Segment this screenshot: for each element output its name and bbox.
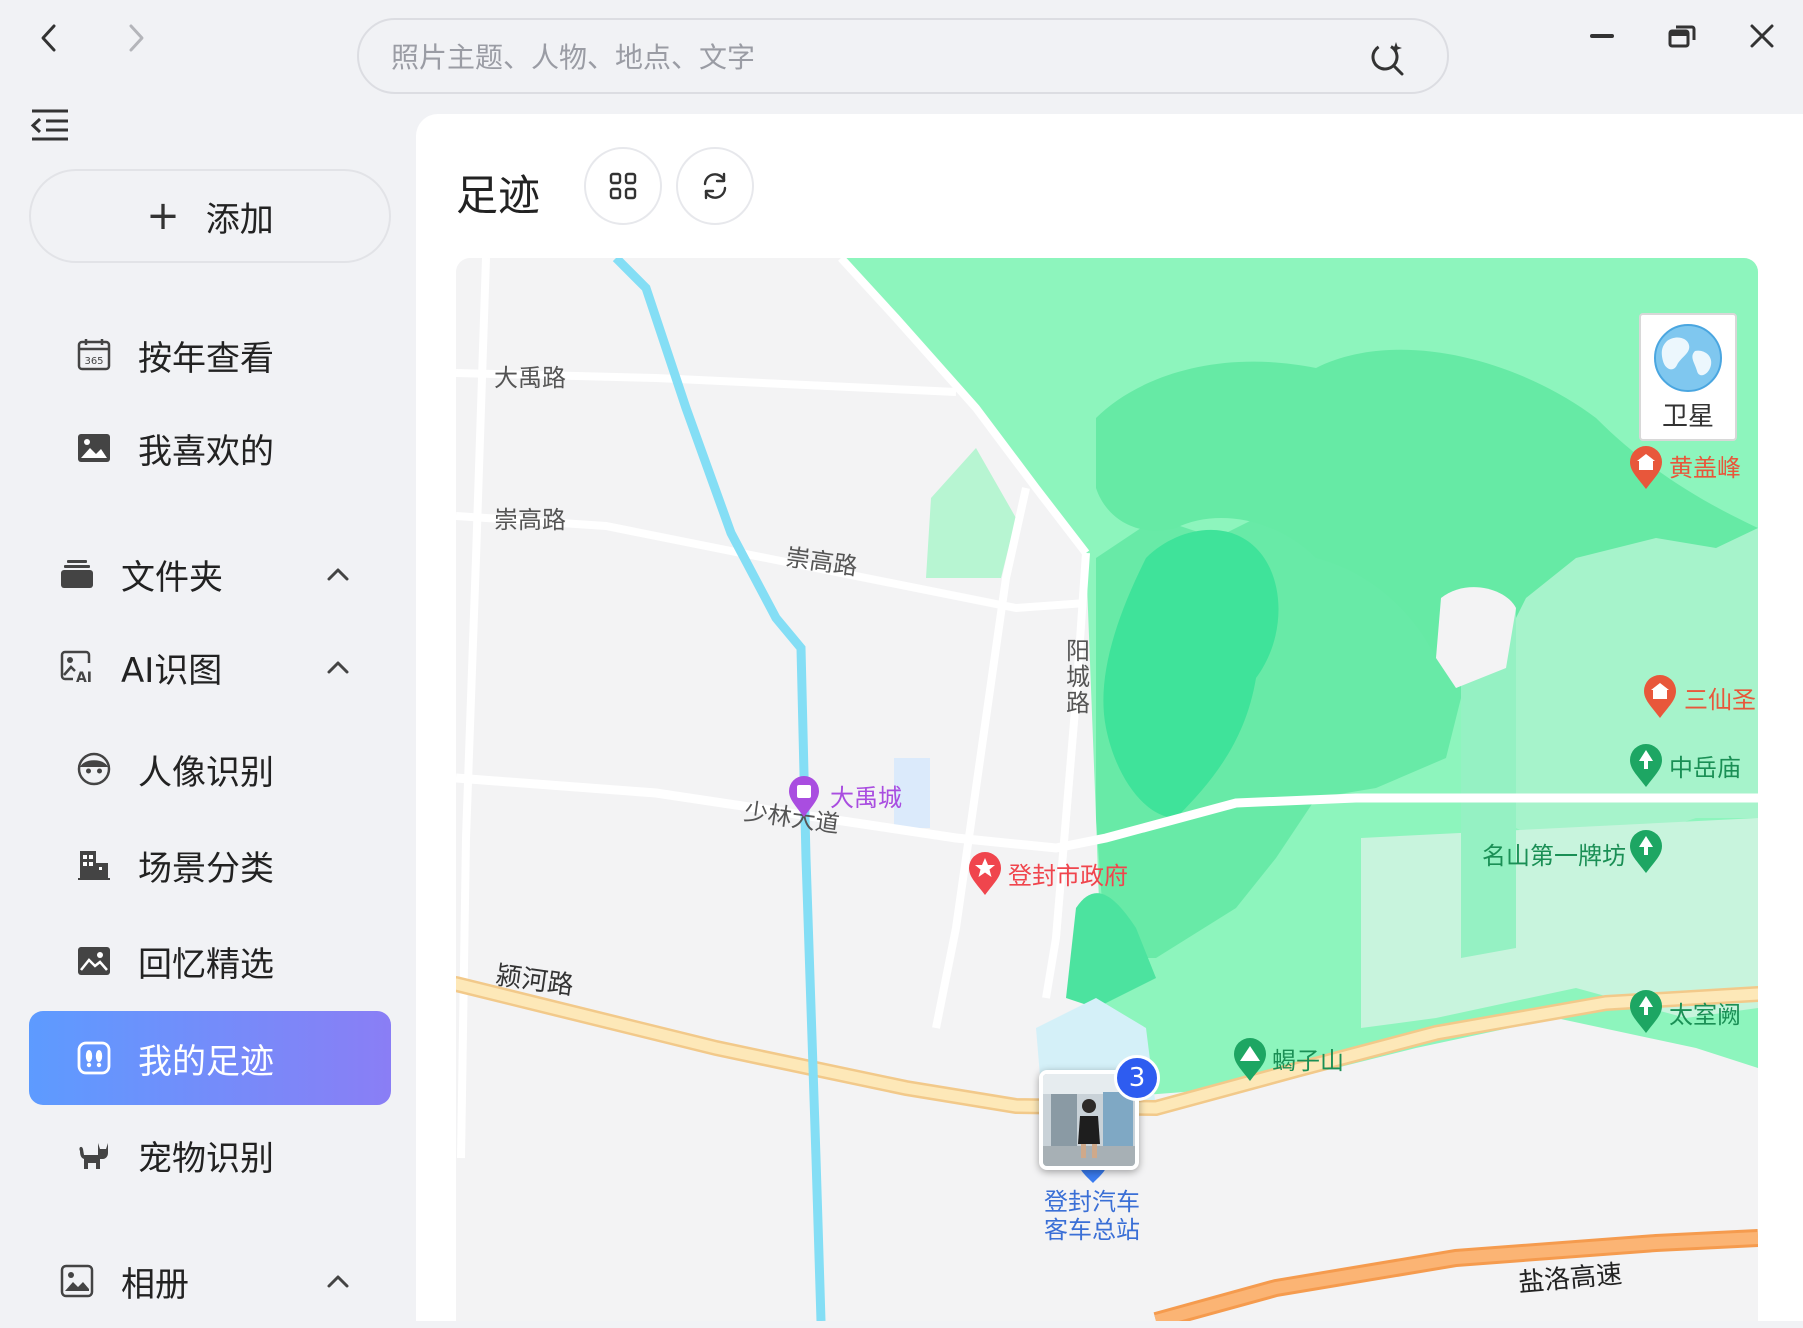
sidebar-item-label: 宠物识别 [138,1138,274,1179]
sidebar-item-label: 回忆精选 [138,944,274,985]
road-label: 阳城路 [1066,637,1090,717]
sidebar-item-favorites[interactable]: 我喜欢的 [29,401,391,495]
park-area [926,448,1016,578]
government-marker-icon[interactable] [967,851,1003,897]
footprints-icon [77,1041,111,1075]
ai-search-icon [1371,42,1404,76]
image-icon [78,434,110,462]
collapse-sidebar-icon [30,109,68,141]
cat-icon [79,1143,108,1169]
forward-button[interactable] [114,16,158,60]
sidebar-item-label: 我喜欢的 [138,431,274,472]
page-title: 足迹 [456,171,541,220]
sidebar-item-label: 我的足迹 [138,1041,274,1082]
sidebar-item-label: 相册 [121,1264,189,1305]
temple-marker-icon[interactable] [1628,445,1664,491]
ai-search-button[interactable] [1367,38,1407,78]
poi-label[interactable]: 黄盖峰 [1669,448,1741,483]
globe-icon [1654,324,1722,392]
album-icon [60,1264,94,1298]
poi-label[interactable]: 太室阙 [1669,995,1741,1030]
chevron-up-icon [327,568,349,581]
folder-stack-icon [61,560,93,588]
close-button[interactable] [1734,14,1790,58]
sidebar-section-folders[interactable]: 文件夹 [29,527,391,621]
building-icon [78,851,110,880]
chevron-up-icon [327,661,349,674]
poi-label-line: 登封汽车 [1044,1188,1140,1216]
search-input[interactable] [389,34,1353,80]
sidebar-item-label: 人像识别 [138,752,274,793]
minimize-icon [1590,34,1614,38]
sidebar-item-label: 按年查看 [138,338,274,379]
scenic-marker-icon[interactable] [1628,743,1664,789]
scenic-marker-icon[interactable] [1628,989,1664,1035]
face-icon [77,752,111,786]
calendar-365-icon: 365 [77,339,111,371]
footprint-map[interactable]: 大禹路 崇高路 崇高路 阳城路 少林大道 颍河路 盐洛高速 大禹城 登封市政府 … [456,258,1758,1321]
chevron-right-icon [129,24,144,52]
add-button-label: 添加 [205,199,274,240]
back-button[interactable] [27,16,71,60]
sidebar-item-footprints[interactable]: 我的足迹 [29,1011,391,1105]
poi-label-line: 客车总站 [1044,1216,1140,1244]
add-button[interactable]: + 添加 [29,169,391,263]
grid-icon [609,172,637,200]
satellite-toggle-button[interactable]: 卫星 [1639,313,1737,441]
ai-image-icon: AI [60,650,92,685]
chevron-left-icon [41,24,56,52]
poi-label[interactable]: 三仙圣 [1684,680,1756,715]
sidebar-item-label: AI识图 [121,650,223,691]
road [457,258,490,1159]
close-icon [1750,24,1774,48]
sidebar-item-pets[interactable]: 宠物识别 [29,1108,391,1202]
highway-yanluo [1153,1229,1758,1321]
restore-icon [1668,25,1696,48]
refresh-icon [703,172,727,200]
mountain-marker-icon[interactable] [1232,1037,1268,1083]
cluster-count-badge[interactable]: 3 [1114,1055,1160,1101]
poi-label[interactable]: 登封市政府 [1008,856,1128,891]
sidebar-item-scenes[interactable]: 场景分类 [29,818,391,912]
sidebar-item-face[interactable]: 人像识别 [29,722,391,816]
road-label: 大禹路 [494,364,566,392]
landscape-icon [78,947,110,975]
poi-label[interactable]: 蝎子山 [1272,1041,1344,1076]
temple-marker-icon[interactable] [1642,674,1678,720]
maximize-button[interactable] [1654,14,1710,58]
poi-label[interactable]: 中岳庙 [1669,748,1741,783]
chevron-up-icon [327,1275,349,1288]
minimize-button[interactable] [1574,14,1630,58]
poi-label[interactable]: 登封汽车 客车总站 [1044,1188,1140,1244]
search-bar [357,18,1449,94]
grid-view-button[interactable] [584,147,662,225]
scenic-marker-icon[interactable] [1628,829,1664,875]
road-label: 崇高路 [494,506,566,534]
refresh-button[interactable] [676,147,754,225]
mall-marker-icon[interactable] [787,775,821,819]
poi-label[interactable]: 大禹城 [830,778,902,813]
svg-text:AI: AI [76,670,92,685]
sidebar-item-by-year[interactable]: 365 按年查看 [29,308,391,402]
plus-icon: + [146,193,180,239]
sidebar-section-albums[interactable]: 相册 [29,1234,391,1328]
sidebar-item-label: 场景分类 [138,848,274,889]
svg-text:365: 365 [84,356,103,367]
sidebar-toggle-button[interactable] [30,108,76,148]
satellite-label: 卫星 [1661,402,1714,432]
sidebar-item-memories[interactable]: 回忆精选 [29,914,391,1008]
sidebar-item-label: 文件夹 [121,557,223,598]
sidebar-section-ai[interactable]: AI AI识图 [29,620,391,714]
poi-label[interactable]: 名山第一牌坊 [1482,836,1626,871]
